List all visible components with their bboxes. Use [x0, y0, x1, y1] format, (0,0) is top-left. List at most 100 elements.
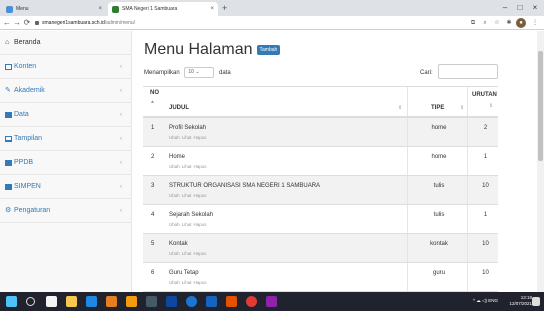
page-length-value: 10 [188, 69, 194, 75]
browser-tab-menu[interactable]: Menu × [2, 2, 106, 16]
edit-link[interactable]: Ubah [169, 222, 180, 227]
row-actions: Ubah Lihat Hapus [169, 222, 209, 227]
view-link[interactable]: Lihat [182, 164, 192, 169]
monitor-icon [5, 136, 12, 142]
sidebar-item-data[interactable]: Data ‹ [0, 103, 132, 127]
column-divider [407, 176, 408, 204]
edge-icon[interactable] [186, 296, 197, 307]
back-icon[interactable]: ← [2, 17, 12, 29]
edit-link[interactable]: Ubah [169, 193, 180, 198]
cell-judul: Guru Tetap [169, 270, 199, 276]
system-tray[interactable]: ^ ☁ ◁) ENG [473, 298, 498, 304]
profile-avatar[interactable]: ● [516, 18, 526, 28]
lock-icon [35, 21, 39, 25]
mail-icon[interactable] [86, 296, 97, 307]
new-tab-button[interactable]: + [222, 1, 227, 15]
sidebar-item-akademik[interactable]: ✎ Akademik ‹ [0, 79, 132, 103]
table-header: NO ▲ JUDUL ⇕ TIPE ⇕ URUTAN ⇕ [143, 87, 498, 118]
cell-urutan: 10 [482, 241, 489, 247]
browser-menu-icon[interactable]: ⋮ [530, 18, 540, 28]
app-icon[interactable] [146, 296, 157, 307]
reload-icon[interactable]: ⟳ [22, 17, 32, 29]
file-explorer-icon[interactable] [66, 296, 77, 307]
chevron-left-icon: ‹ [120, 64, 122, 70]
content-icon [5, 64, 12, 70]
sidebar-item-simpen[interactable]: SIMPEN ‹ [0, 175, 132, 199]
search-icon[interactable] [26, 297, 35, 306]
task-view-icon[interactable] [46, 296, 57, 307]
minimize-button[interactable]: – [497, 0, 513, 16]
sort-up-icon[interactable]: ▲ [150, 99, 155, 105]
chrome-icon[interactable] [246, 296, 257, 307]
page-scrollbar[interactable] [537, 31, 544, 292]
edit-link[interactable]: Ubah [169, 251, 180, 256]
app-icon[interactable] [266, 296, 277, 307]
translate-icon[interactable]: ⧉ [468, 18, 478, 28]
table-row: 1 Profil Sekolah Ubah Lihat Hapus home 2 [143, 118, 498, 147]
view-link[interactable]: Lihat [182, 135, 192, 140]
zoom-icon[interactable]: ⌕ [480, 18, 490, 28]
delete-link[interactable]: Hapus [194, 222, 207, 227]
forward-icon[interactable]: → [12, 17, 22, 29]
notification-icon[interactable] [532, 297, 540, 306]
scrollbar-thumb[interactable] [538, 51, 543, 161]
cell-judul: Sejarah Sekolah [169, 212, 214, 218]
maximize-button[interactable]: □ [512, 0, 528, 16]
column-divider [467, 176, 468, 204]
add-button[interactable]: Tambah [256, 45, 281, 55]
page-length-select[interactable]: 10 ⌄ [184, 67, 215, 78]
close-window-button[interactable]: × [527, 0, 543, 16]
tab-label: SMA Negeri 1 Sambuara [122, 6, 178, 12]
app-icon[interactable] [106, 296, 117, 307]
sidebar-item-pengaturan[interactable]: ⚙ Pengaturan ‹ [0, 199, 132, 223]
view-link[interactable]: Lihat [182, 251, 192, 256]
column-header-tipe[interactable]: TIPE [431, 105, 444, 111]
list-icon [5, 184, 12, 190]
close-tab-icon[interactable]: × [210, 2, 214, 16]
length-prefix: Menampilkan [144, 70, 180, 77]
app-icon[interactable] [166, 296, 177, 307]
extensions-icon[interactable]: ✱ [504, 18, 514, 28]
sidebar-item-tampilan[interactable]: Tampilan ‹ [0, 127, 132, 151]
chevron-down-icon: ⌄ [195, 69, 200, 75]
chevron-left-icon: ‹ [120, 136, 122, 142]
close-tab-icon[interactable]: × [98, 2, 102, 16]
view-link[interactable]: Lihat [182, 222, 192, 227]
column-header-urutan[interactable]: URUTAN [472, 92, 497, 98]
cell-urutan: 10 [482, 270, 489, 276]
column-divider [407, 234, 408, 262]
windows-start-icon[interactable] [6, 296, 17, 307]
clock[interactable]: 13:18 12/07/2021 [509, 295, 532, 307]
delete-link[interactable]: Hapus [194, 193, 207, 198]
delete-link[interactable]: Hapus [194, 135, 207, 140]
app-icon[interactable] [126, 296, 137, 307]
view-link[interactable]: Lihat [182, 193, 192, 198]
column-header-no[interactable]: NO [150, 90, 159, 96]
menu-table: NO ▲ JUDUL ⇕ TIPE ⇕ URUTAN ⇕ 1 Profil Se… [143, 86, 498, 292]
browser-tab-school[interactable]: SMA Negeri 1 Sambuara × [108, 2, 218, 16]
powerpoint-icon[interactable] [226, 296, 237, 307]
delete-link[interactable]: Hapus [194, 164, 207, 169]
sort-icon[interactable]: ⇕ [460, 105, 464, 111]
delete-link[interactable]: Hapus [194, 280, 207, 285]
search-input[interactable] [438, 64, 498, 79]
column-header-judul[interactable]: JUDUL [169, 105, 189, 111]
view-link[interactable]: Lihat [182, 280, 192, 285]
edit-link[interactable]: Ubah [169, 280, 180, 285]
bookmark-star-icon[interactable]: ☆ [492, 18, 502, 28]
chevron-left-icon: ‹ [120, 88, 122, 94]
url-field[interactable]: smanegeri1sambuara.sch.id/admin/menu/ [34, 18, 424, 28]
sidebar-item-ppdb[interactable]: PPDB ‹ [0, 151, 132, 175]
delete-link[interactable]: Hapus [194, 251, 207, 256]
sort-icon[interactable]: ⇕ [398, 105, 402, 111]
sort-icon[interactable]: ⇕ [489, 103, 493, 109]
column-divider [407, 263, 408, 291]
sidebar-item-beranda[interactable]: ⌂ Beranda [0, 31, 132, 55]
column-divider [467, 118, 468, 146]
word-icon[interactable] [206, 296, 217, 307]
sidebar-item-konten[interactable]: Konten ‹ [0, 55, 132, 79]
edit-link[interactable]: Ubah [169, 135, 180, 140]
edit-link[interactable]: Ubah [169, 164, 180, 169]
cell-tipe: home [431, 154, 447, 160]
column-divider [407, 118, 408, 146]
